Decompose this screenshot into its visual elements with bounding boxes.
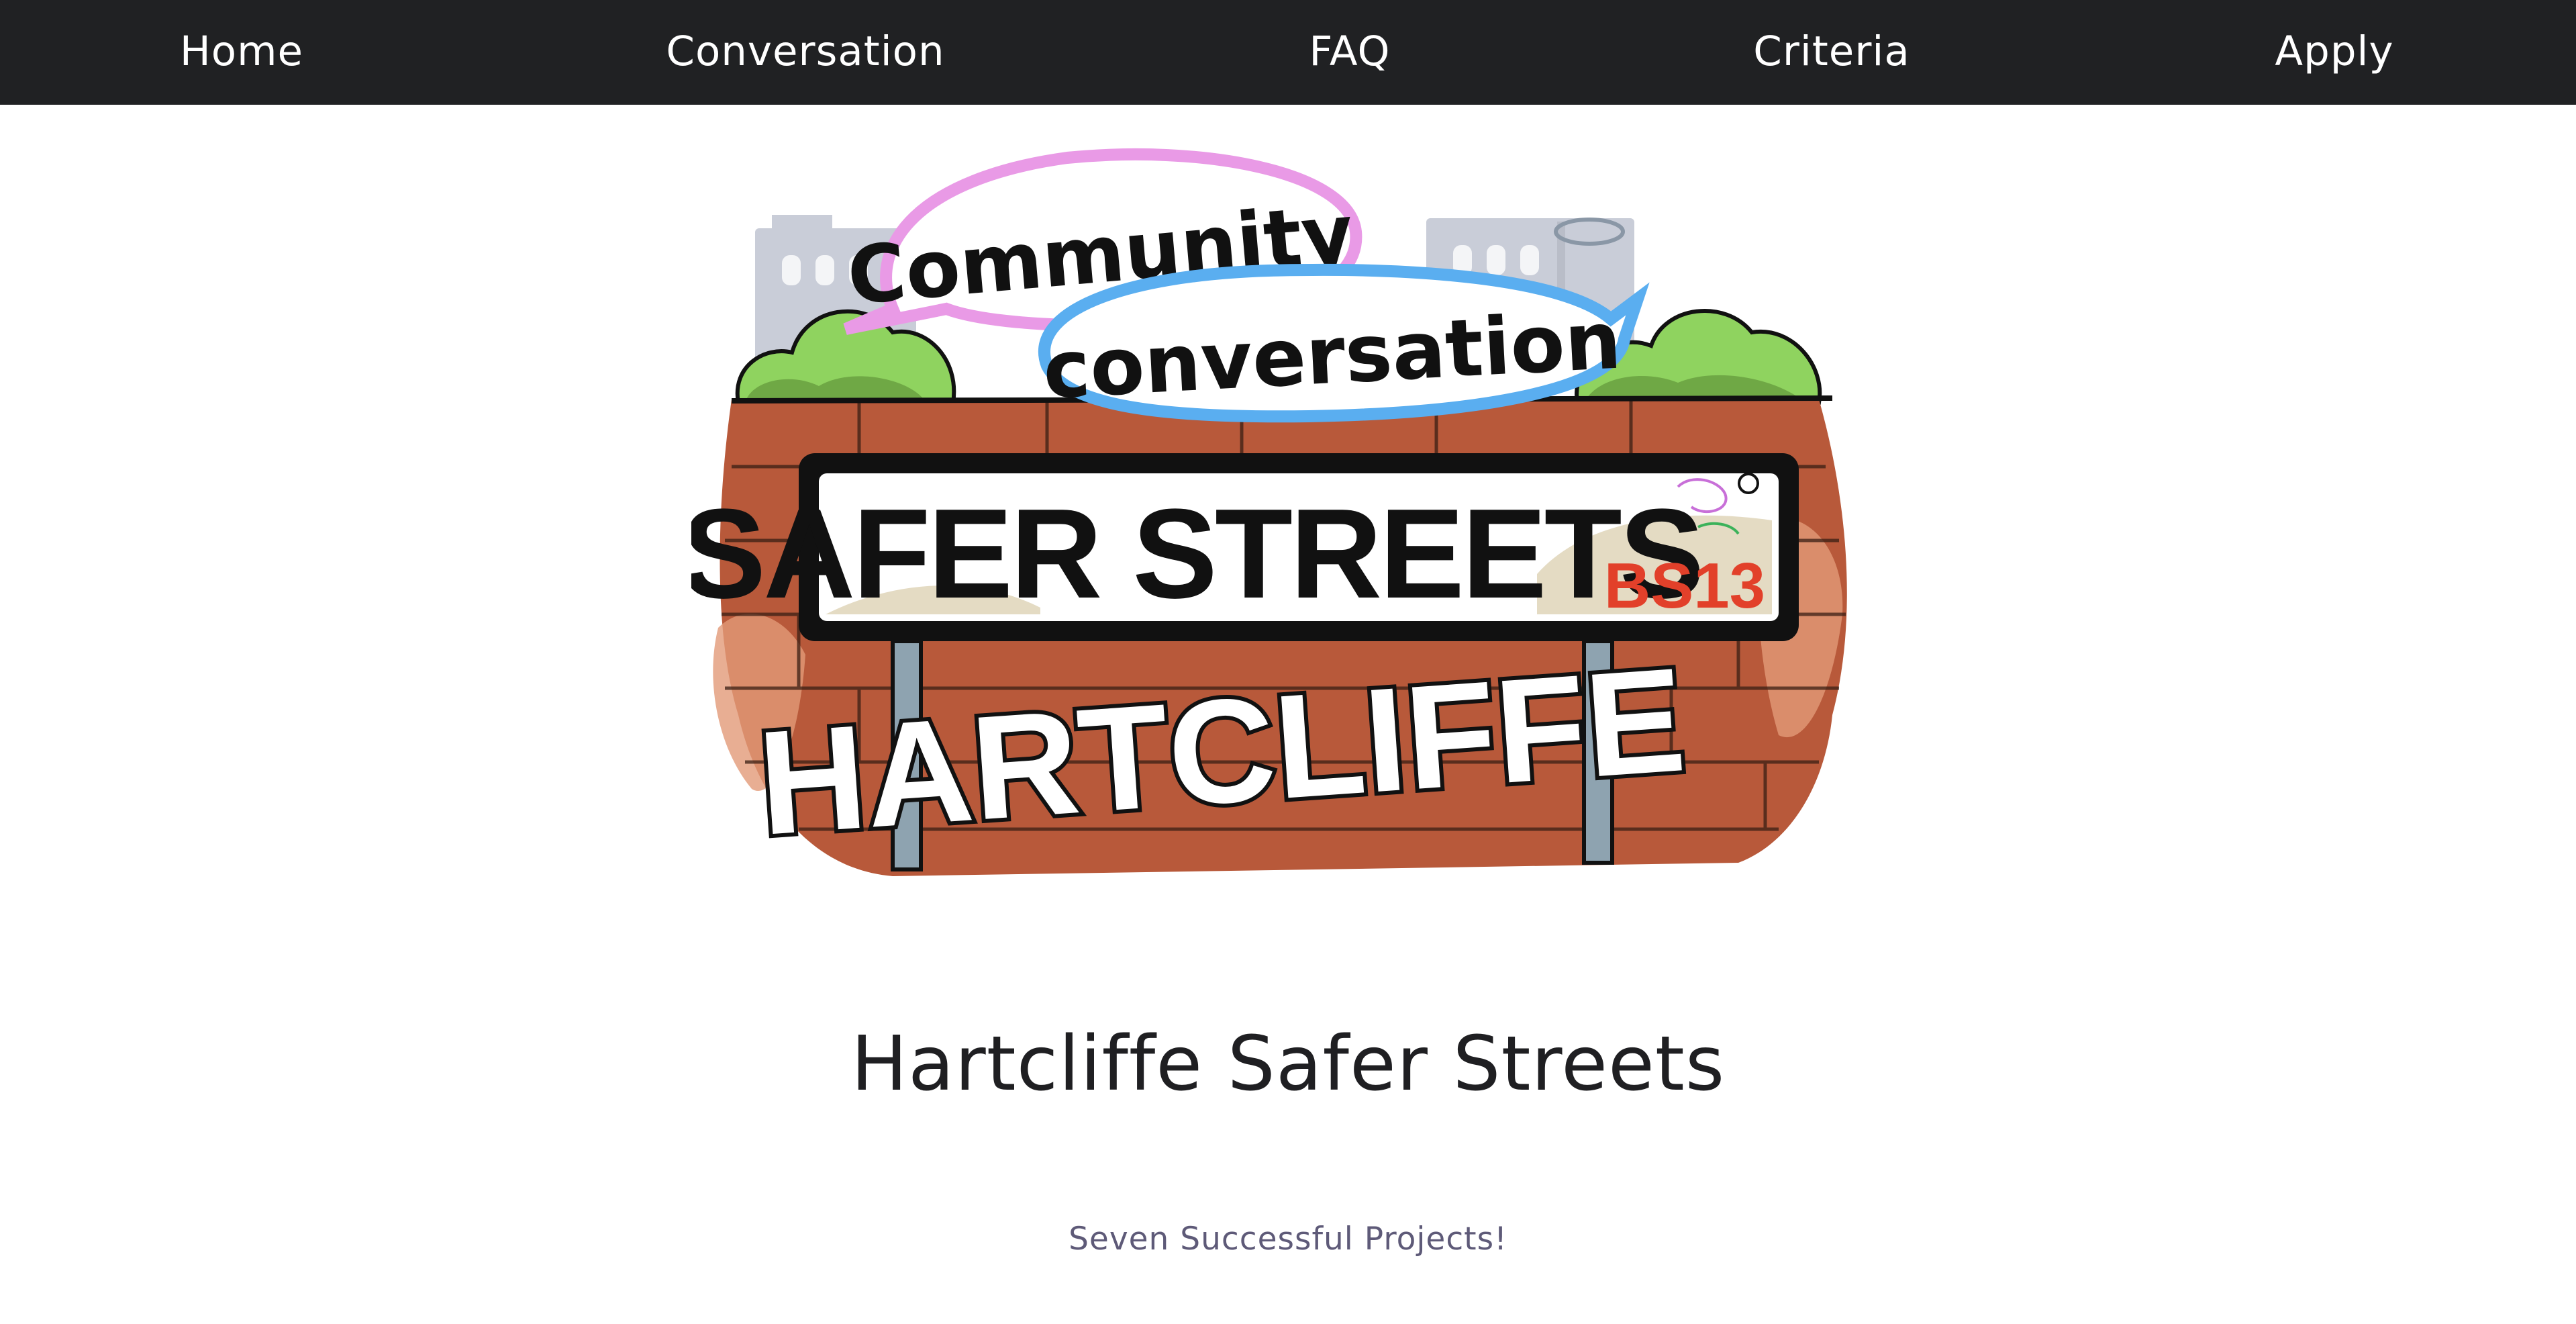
nav-apply-link[interactable]: Apply <box>2275 0 2393 105</box>
top-navbar: Home Conversation FAQ Criteria Apply <box>0 0 2576 105</box>
nav-home-link[interactable]: Home <box>180 0 303 105</box>
nav-conversation-link[interactable]: Conversation <box>666 0 944 105</box>
nav-faq-link[interactable]: FAQ <box>1309 0 1390 105</box>
projects-subtitle: Seven Successful Projects! <box>1069 1221 1507 1258</box>
page-title: Hartcliffe Safer Streets <box>850 1021 1726 1108</box>
nav-criteria-link[interactable]: Criteria <box>1753 0 1910 105</box>
safer-streets-sign-illustration: Community conversation SAFER STREETS BS1… <box>681 148 1847 876</box>
svg-text:SAFER STREETS: SAFER STREETS <box>691 483 1701 625</box>
hero-illustration: Community conversation SAFER STREETS BS1… <box>681 144 1886 906</box>
speech-bubble-conversation: conversation <box>1038 263 1650 423</box>
svg-text:BS13: BS13 <box>1604 550 1765 622</box>
